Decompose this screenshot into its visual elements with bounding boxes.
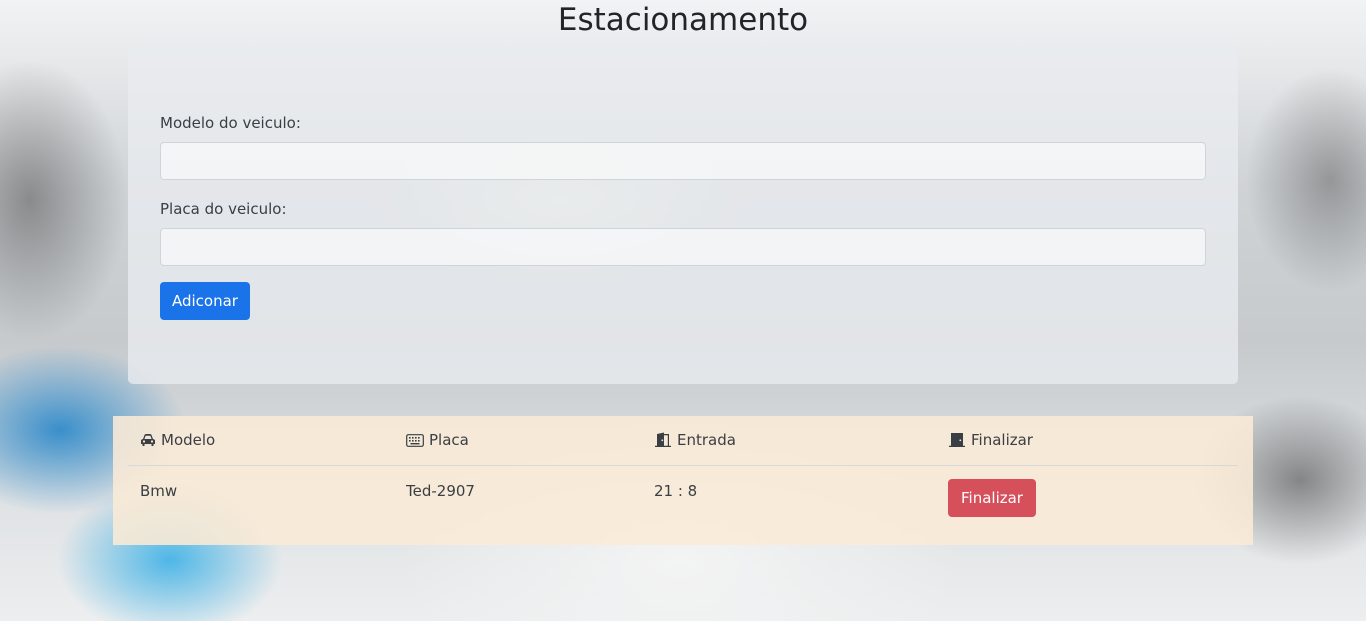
modelo-input[interactable] [160,142,1206,180]
column-header-entrada: Entrada [654,431,736,449]
column-header-label: Finalizar [971,431,1033,449]
page-title: Estacionamento [557,2,809,38]
column-header-modelo: Modelo [140,431,215,449]
column-header-label: Placa [429,431,469,449]
add-button[interactable]: Adiconar [160,282,250,320]
column-header-label: Entrada [677,431,736,449]
placa-input[interactable] [160,228,1206,266]
car-icon [140,433,156,447]
column-header-label: Modelo [161,431,216,449]
door-open-icon [654,432,672,448]
finalizar-button[interactable]: Finalizar [948,479,1036,517]
vehicles-table: Modelo Placa Entrada Finalizar Bmw Ted-2… [113,416,1253,545]
column-header-placa: Placa [406,431,469,449]
vehicle-form-card: Modelo do veiculo: Placa do veiculo: Adi… [128,46,1238,384]
cell-placa: Ted-2907 [406,482,475,500]
keyboard-icon [406,433,424,447]
cell-modelo: Bmw [140,482,178,500]
cell-entrada: 21 : 8 [654,482,698,500]
column-header-finalizar: Finalizar [948,431,1033,449]
modelo-label: Modelo do veiculo: [160,114,301,132]
placa-label: Placa do veiculo: [160,200,287,218]
door-closed-icon [948,432,966,448]
